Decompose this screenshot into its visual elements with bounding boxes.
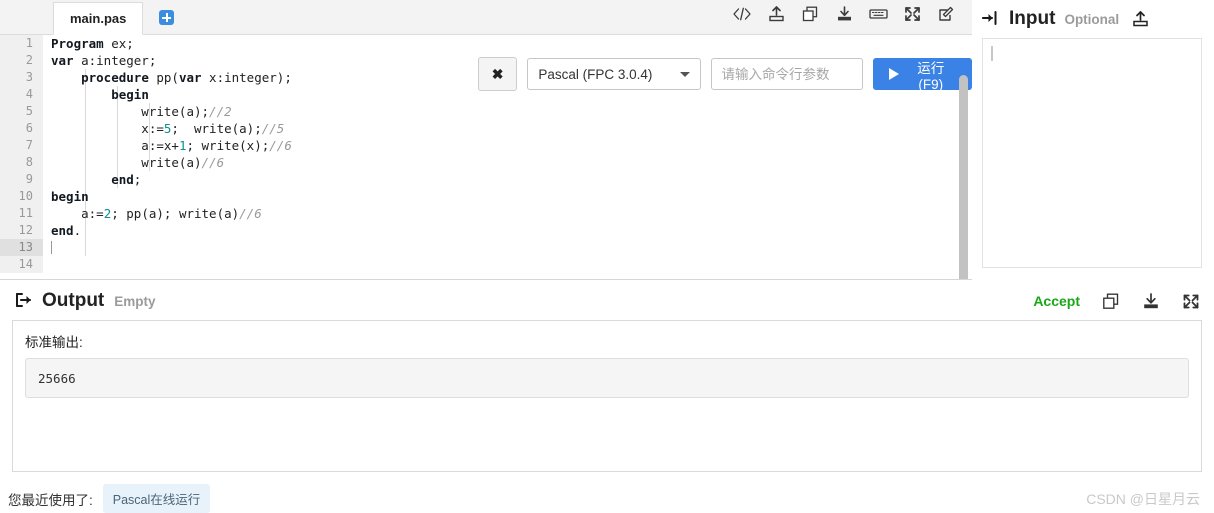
keyboard-icon[interactable] [866, 3, 890, 25]
code-text: Program ex; [51, 36, 134, 51]
copy-icon[interactable] [798, 3, 822, 25]
code-line: 13 [0, 239, 972, 256]
code-text: write(a);//2 [51, 104, 232, 119]
line-number: 13 [0, 239, 43, 256]
input-panel-header: Input Optional [981, 0, 1202, 38]
code-text [43, 239, 972, 256]
line-number: 5 [0, 103, 43, 120]
code-line: 7 a:=x+1; write(x);//6 [0, 137, 972, 154]
line-number: 11 [0, 205, 43, 222]
command-args-input[interactable] [710, 58, 863, 90]
fullscreen-icon[interactable] [900, 3, 924, 25]
upload-icon[interactable] [764, 3, 788, 25]
editor-tabbar: main.pas [0, 0, 972, 35]
code-text: a:=2; pp(a); write(a)//6 [51, 206, 262, 221]
code-text: begin [51, 189, 89, 204]
recent-used-label: 您最近使用了: [8, 492, 93, 508]
line-number: 2 [0, 52, 43, 69]
top-region: main.pas 1 Program ex; 2 var a:integer; … [0, 0, 1214, 280]
watermark: CSDN @日星月云 [1086, 490, 1200, 507]
accept-button[interactable]: Accept [1033, 293, 1080, 309]
line-number: 6 [0, 120, 43, 137]
run-button[interactable]: 运行(F9) [872, 58, 972, 92]
code-line: 12 end. [0, 222, 972, 239]
code-text: a:=x+1; write(x);//6 [51, 138, 292, 153]
output-panel-title: Output [42, 290, 105, 311]
editor-scrollbar[interactable] [959, 75, 968, 279]
language-select-value: Pascal (FPC 3.0.4) [538, 66, 653, 82]
file-tab-main-pas[interactable]: main.pas [53, 2, 144, 35]
input-panel-title: Input [1009, 8, 1056, 29]
download-icon[interactable] [832, 3, 856, 25]
line-number: 14 [0, 256, 43, 273]
stdout-label: 标准输出: [25, 335, 83, 350]
input-panel: Input Optional [972, 0, 1214, 280]
line-number: 4 [0, 86, 43, 103]
code-icon[interactable] [730, 3, 754, 25]
line-number: 1 [0, 35, 43, 52]
output-status-label: Empty [114, 293, 156, 309]
code-line: 9 end; [0, 171, 972, 188]
input-caret [991, 46, 993, 61]
code-line: 11 a:=2; pp(a); write(a)//6 [0, 205, 972, 222]
code-text: x:=5; write(a);//5 [51, 121, 285, 136]
download-icon[interactable] [1142, 292, 1160, 310]
recent-language-badge[interactable]: Pascal在线运行 [102, 484, 211, 513]
editor-toolbar [730, 0, 972, 34]
code-text: end. [51, 223, 82, 238]
fullscreen-icon[interactable] [1182, 293, 1200, 310]
input-arrow-icon [981, 10, 1000, 29]
edit-icon[interactable] [934, 3, 958, 25]
code-text: write(a)//6 [51, 155, 225, 170]
code-line: 6 x:=5; write(a);//5 [0, 120, 972, 137]
language-select[interactable]: Pascal (FPC 3.0.4) [527, 58, 701, 90]
plus-icon [159, 10, 175, 25]
output-content-panel: 标准输出: 25666 [12, 320, 1202, 472]
output-arrow-icon [14, 292, 32, 311]
output-panel-header: Output Empty Accept [0, 282, 1214, 320]
line-number: 8 [0, 154, 43, 171]
chevron-down-icon [679, 71, 690, 77]
code-line: 10 begin [0, 188, 972, 205]
input-upload-icon[interactable] [1132, 11, 1149, 27]
line-number: 12 [0, 222, 43, 239]
code-line: 8 write(a)//6 [0, 154, 972, 171]
stdout-value: 25666 [25, 358, 1189, 398]
run-button-label: 运行(F9) [917, 60, 945, 92]
line-number: 7 [0, 137, 43, 154]
code-line: 1 Program ex; [0, 35, 972, 52]
input-textarea[interactable] [982, 38, 1202, 268]
code-line: 14 [0, 256, 972, 273]
copy-icon[interactable] [1102, 293, 1120, 310]
output-actions: Accept [1033, 292, 1200, 310]
editor-column: main.pas 1 Program ex; 2 var a:integer; … [0, 0, 972, 280]
add-tab-button[interactable] [143, 1, 190, 34]
clear-button[interactable]: ✖ [478, 57, 518, 91]
tabbar-left-pad [0, 0, 53, 34]
line-number: 3 [0, 69, 43, 86]
play-icon [888, 68, 899, 80]
footer: 您最近使用了: Pascal在线运行 CSDN @日星月云 [0, 472, 1214, 513]
run-toolbar: ✖ Pascal (FPC 3.0.4) 运行(F9) [478, 57, 972, 92]
code-line: 5 write(a);//2 [0, 103, 972, 120]
line-number: 9 [0, 171, 43, 188]
line-number: 10 [0, 188, 43, 205]
code-text: end; [111, 172, 142, 187]
file-tab-label: main.pas [70, 11, 127, 26]
input-optional-label: Optional [1064, 11, 1120, 27]
